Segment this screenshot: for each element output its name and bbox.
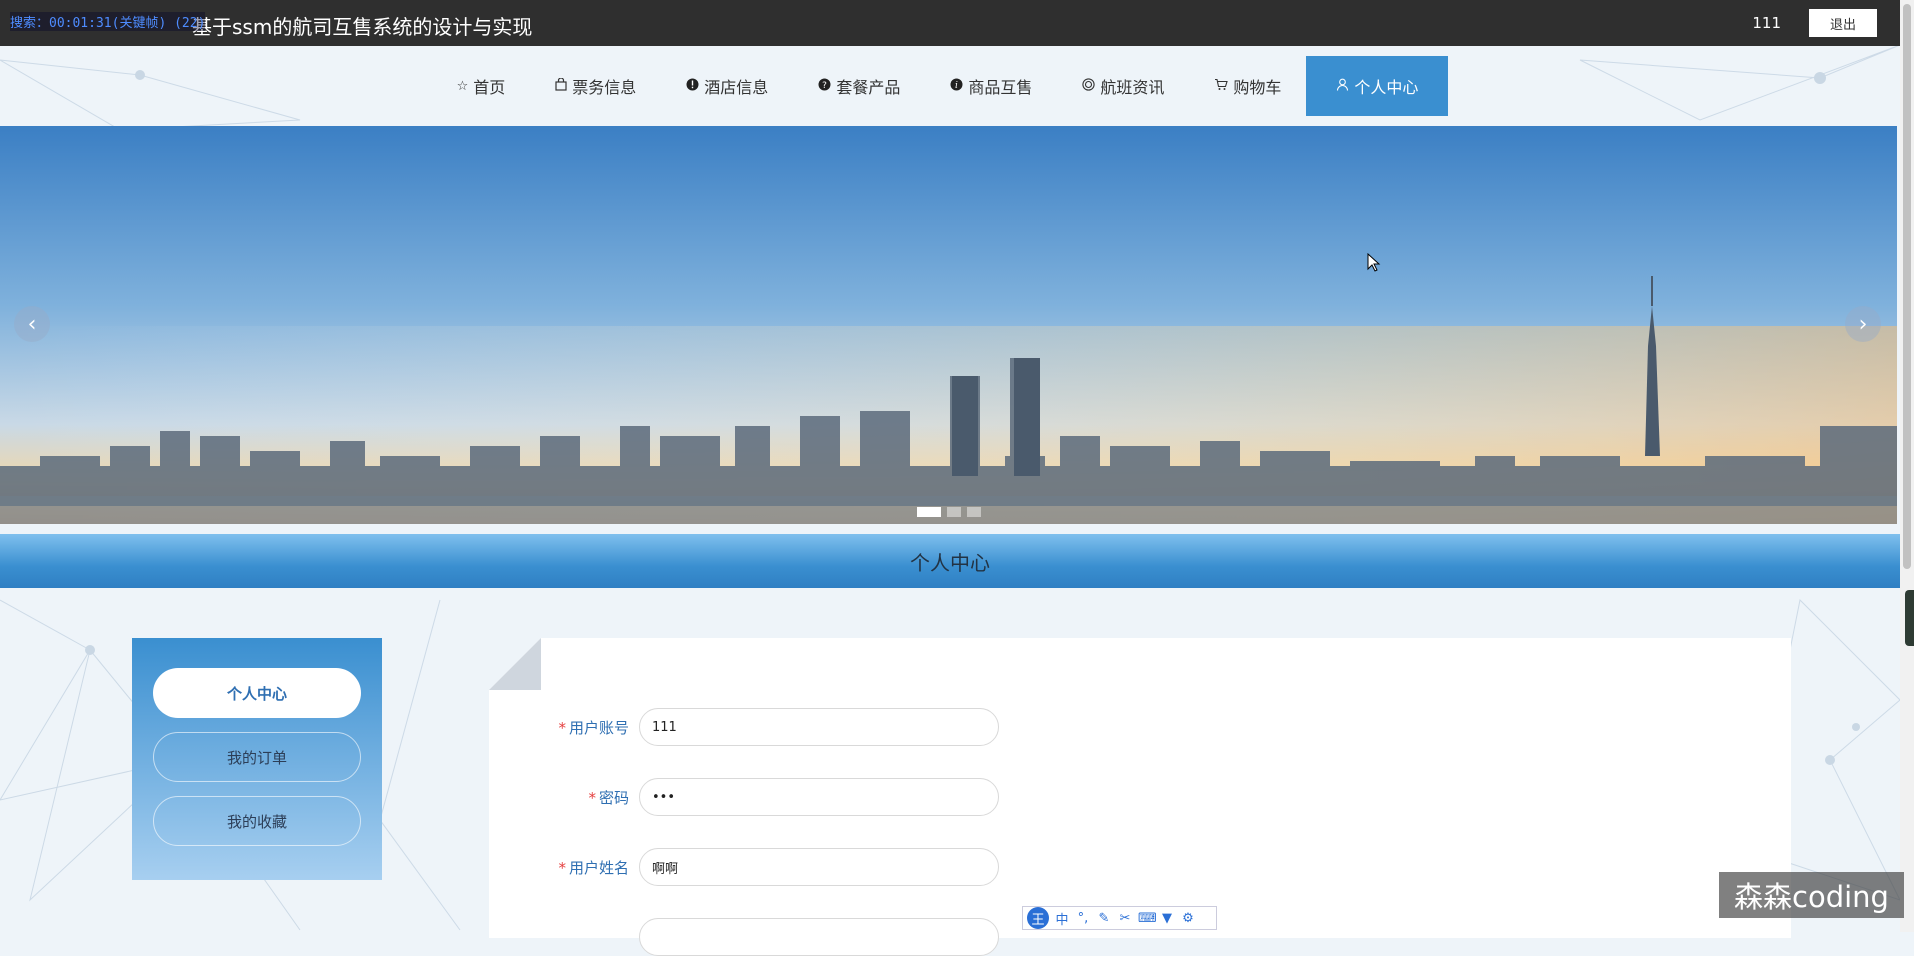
pen-icon[interactable]: ✎	[1096, 911, 1112, 926]
city-skyline-image	[0, 126, 1897, 524]
watermark: 森森coding	[1719, 872, 1904, 918]
account-label: * 用户账号	[558, 718, 629, 737]
name-input[interactable]	[639, 848, 999, 886]
carousel-prev-button[interactable]: ‹	[14, 306, 50, 342]
form-row-next	[489, 918, 999, 956]
form-row-password: * 密码	[489, 778, 999, 816]
scrollbar-thumb[interactable]	[1903, 4, 1911, 569]
account-input[interactable]	[639, 708, 999, 746]
svg-text:?: ?	[822, 81, 827, 91]
carousel-next-button[interactable]: ›	[1845, 306, 1881, 342]
side-widget-tab[interactable]	[1905, 590, 1914, 646]
nav-item-cart[interactable]: 购物车	[1189, 56, 1306, 116]
bag-icon	[555, 76, 567, 95]
keyboard-icon[interactable]: ⌨	[1138, 911, 1157, 926]
user-icon	[1336, 78, 1349, 95]
punctuation-icon[interactable]: °,	[1075, 911, 1091, 926]
scissors-icon[interactable]: ✂	[1117, 911, 1133, 926]
nav-item-flights[interactable]: 航班资讯	[1057, 56, 1189, 116]
username: 111	[1752, 14, 1781, 32]
star-icon: ☆	[456, 78, 469, 94]
app-title: 基于ssm的航司互售系统的设计与实现	[192, 15, 533, 39]
top-bar: 基于ssm的航司互售系统的设计与实现 搜索：00:01:31(关键帧) (22)…	[0, 0, 1900, 46]
password-label: * 密码	[588, 788, 629, 807]
form-row-account: * 用户账号	[489, 708, 999, 746]
nav-item-profile[interactable]: 个人中心	[1306, 56, 1449, 116]
nav-item-label: 首页	[473, 78, 506, 97]
nav-item-label: 个人中心	[1354, 78, 1419, 97]
question-icon: ?	[818, 78, 831, 95]
carousel-dot[interactable]	[967, 507, 981, 517]
target-icon	[1082, 77, 1095, 95]
profile-sidebar: 个人中心 我的订单 我的收藏	[132, 638, 382, 880]
info-icon	[686, 78, 699, 95]
cart-icon	[1214, 78, 1229, 95]
nav-item-tickets[interactable]: 票务信息	[530, 56, 661, 116]
skin-icon[interactable]: ▼	[1159, 911, 1175, 926]
name-label: * 用户姓名	[558, 858, 629, 877]
nav-item-label: 航班资讯	[1100, 78, 1165, 97]
svg-text:i: i	[955, 81, 958, 91]
ime-toolbar: 王 中 °, ✎ ✂ ⌨ ▼ ⚙	[1022, 906, 1217, 930]
nav-item-label: 购物车	[1233, 78, 1282, 97]
sidebar-item-favorites[interactable]: 我的收藏	[153, 796, 361, 846]
nav-item-hotels[interactable]: 酒店信息	[661, 56, 793, 116]
sidebar-item-profile[interactable]: 个人中心	[153, 668, 361, 718]
recording-overlay-text: 搜索：00:01:31(关键帧) (22)	[10, 12, 206, 31]
gear-icon[interactable]: ⚙	[1180, 911, 1196, 926]
nav-item-packages[interactable]: ? 套餐产品	[793, 56, 925, 116]
logout-button[interactable]: 退出	[1809, 9, 1877, 37]
nav-item-label: 商品互售	[968, 78, 1033, 97]
ime-mode-indicator[interactable]: 中	[1054, 909, 1070, 928]
password-input[interactable]	[639, 778, 999, 816]
page-scrollbar[interactable]	[1900, 0, 1914, 932]
nav-item-home[interactable]: ☆ 首页	[432, 56, 531, 116]
card-corner-shadow	[489, 638, 541, 690]
banner-carousel: ‹ ›	[0, 126, 1897, 524]
mouse-cursor-icon	[1367, 253, 1381, 272]
carousel-dot[interactable]	[917, 507, 941, 517]
profile-form-card: *用户账号 *密码 *用户姓名	[489, 638, 1791, 956]
carousel-dots	[917, 507, 981, 517]
sidebar-item-orders[interactable]: 我的订单	[153, 732, 361, 782]
nav-item-label: 套餐产品	[836, 78, 901, 97]
section-title: 个人中心	[0, 534, 1900, 588]
carousel-dot[interactable]	[947, 507, 961, 517]
nav-item-label: 酒店信息	[704, 78, 769, 97]
nav-item-label: 票务信息	[572, 78, 637, 97]
ime-logo-icon[interactable]: 王	[1027, 907, 1049, 929]
info-icon: i	[950, 78, 963, 95]
nav-item-goods[interactable]: i 商品互售	[925, 56, 1057, 116]
form-row-name: * 用户姓名	[489, 848, 999, 886]
main-nav: ☆ 首页 票务信息 酒店信息 ? 套餐产品 i 商品互售 航班资讯 购物车 个人…	[0, 46, 1900, 126]
next-field-input[interactable]	[639, 918, 999, 956]
